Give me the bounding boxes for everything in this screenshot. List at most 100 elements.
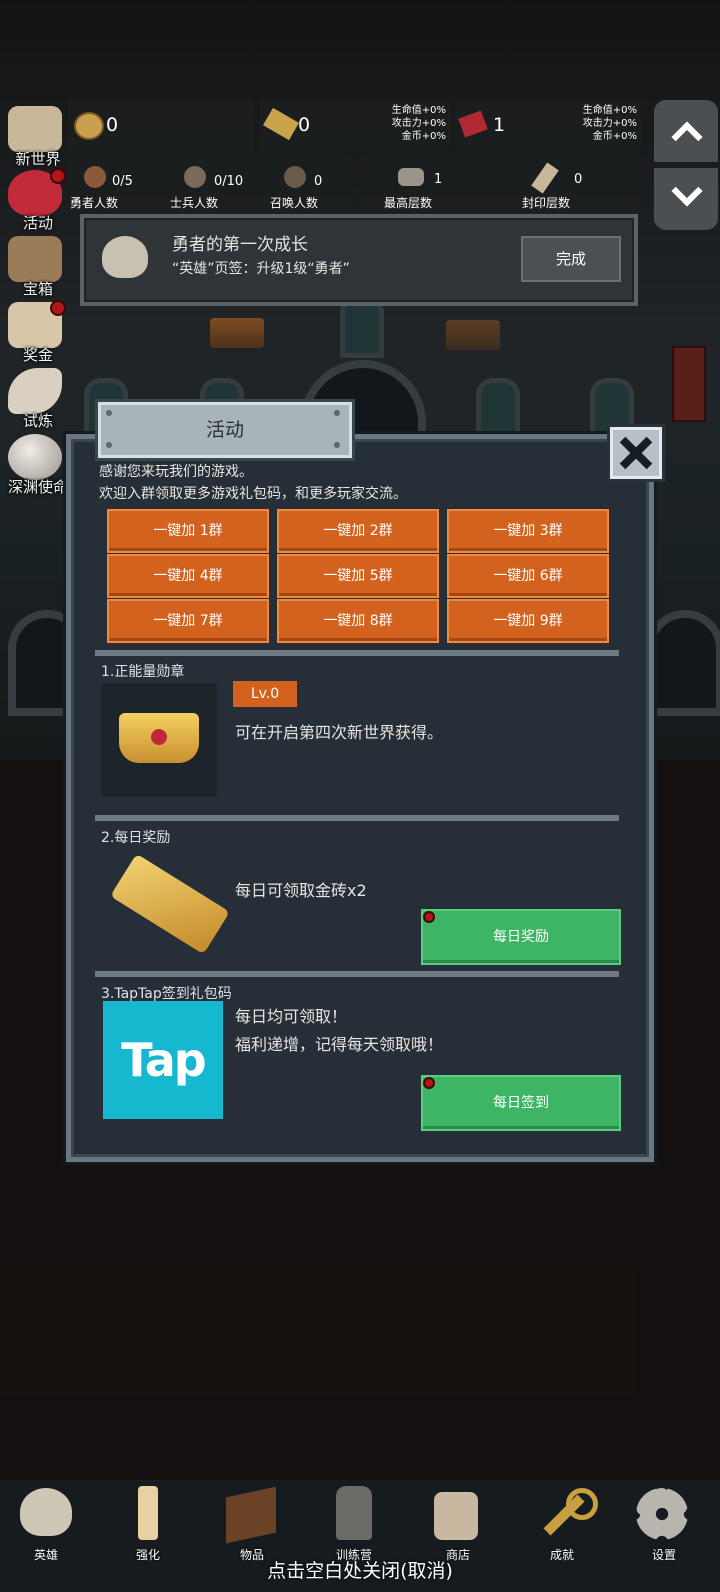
seal-floor-label: 封印层数 — [522, 196, 571, 210]
side-item-label: 宝箱 — [22, 280, 53, 298]
notification-dot — [423, 1077, 435, 1089]
daily-reward-description: 每日可领取金砖x2 — [235, 881, 367, 900]
hero-count: 0/5 — [112, 174, 133, 189]
soldier-count: 0/10 — [214, 174, 244, 189]
join-group-2-button[interactable]: 一键加 2群 — [277, 509, 439, 553]
section-1-title: 1.正能量勋章 — [101, 664, 185, 680]
gem-box: 1 生命值+0% 攻击力+0% 金币+0% — [455, 100, 641, 152]
gear-icon — [636, 1488, 688, 1540]
side-item-label: 奖金 — [22, 346, 53, 364]
side-item-abyss[interactable]: 深渊使命 — [4, 432, 68, 496]
side-item-label: 新世界 — [15, 150, 61, 168]
max-floor-value: 1 — [434, 172, 443, 187]
seal-floor-value: 0 — [574, 172, 583, 187]
notification-dot — [50, 300, 66, 316]
rivet — [106, 442, 112, 448]
tab-items[interactable]: 物品 — [212, 1486, 292, 1566]
stone-icon — [398, 168, 424, 186]
quest-panel: 勇者的第一次成长 “英雄”页签：升级1级“勇者” 完成 — [80, 214, 638, 306]
section-3-title: 3.TapTap签到礼包码 — [101, 986, 232, 1002]
rivet — [334, 442, 340, 448]
quest-complete-button[interactable]: 完成 — [521, 236, 621, 282]
notification-dot — [50, 168, 66, 184]
chevron-down-icon — [671, 175, 703, 207]
join-group-6-button[interactable]: 一键加 6群 — [447, 554, 609, 598]
skull-icon — [20, 1488, 72, 1536]
max-floor-label: 最高层数 — [384, 196, 433, 210]
join-group-7-button[interactable]: 一键加 7群 — [107, 599, 269, 643]
join-group-4-button[interactable]: 一键加 4群 — [107, 554, 269, 598]
side-item-chest[interactable]: 宝箱 — [4, 234, 68, 298]
mug-icon — [434, 1492, 478, 1540]
notification-dot — [423, 911, 435, 923]
join-group-8-button[interactable]: 一键加 8群 — [277, 599, 439, 643]
gold-bar-icon — [110, 853, 230, 955]
section-divider — [95, 815, 619, 821]
tab-achievements[interactable]: 成就 — [522, 1486, 602, 1566]
scroll-down-button[interactable] — [654, 168, 718, 230]
soldier-icon — [184, 166, 206, 188]
wing-icon — [8, 368, 62, 414]
book-icon — [226, 1486, 276, 1544]
tab-settings[interactable]: 设置 — [624, 1486, 704, 1566]
coin-icon — [74, 112, 104, 140]
tab-hero[interactable]: 英雄 — [6, 1486, 86, 1566]
gem-icon — [458, 110, 488, 138]
daily-checkin-button[interactable]: 每日签到 — [421, 1075, 621, 1131]
side-item-trial[interactable]: 试炼 — [4, 366, 68, 430]
summon-count-label: 召唤人数 — [270, 196, 319, 210]
hero-icon — [84, 166, 106, 188]
join-group-9-button[interactable]: 一键加 9群 — [447, 599, 609, 643]
intro-line-2: 欢迎入群领取更多游戏礼包码，和更多玩家交流。 — [99, 486, 407, 502]
gold-bar-box: 0 生命值+0% 攻击力+0% 金币+0% — [260, 100, 450, 152]
join-group-3-button[interactable]: 一键加 3群 — [447, 509, 609, 553]
tab-training[interactable]: 训练营 — [314, 1486, 394, 1566]
close-button[interactable] — [610, 427, 662, 479]
hero-count-label: 勇者人数 — [70, 196, 119, 210]
scroll-up-button[interactable] — [654, 100, 718, 162]
section-divider — [95, 971, 619, 977]
medal-level-badge: Lv.0 — [233, 681, 297, 707]
coin-box: 0 — [68, 100, 254, 152]
crown-gem-icon — [151, 729, 167, 745]
gem-value: 1 — [493, 114, 506, 136]
bonus-stats: 生命值+0% 攻击力+0% 金币+0% — [391, 105, 446, 142]
bonus-stats: 生命值+0% 攻击力+0% 金币+0% — [582, 105, 637, 142]
side-item-bonus[interactable]: 奖金 — [4, 300, 68, 364]
orb-icon — [8, 434, 62, 480]
taptap-logo: Tap — [103, 1001, 223, 1119]
activity-dialog: 感谢您来玩我们的游戏。 欢迎入群领取更多游戏礼包码，和更多玩家交流。 一键加 1… — [66, 434, 654, 1162]
soldier-count-label: 士兵人数 — [170, 196, 219, 210]
medal-frame — [101, 683, 217, 797]
candle-icon — [138, 1486, 158, 1540]
rivet — [106, 410, 112, 416]
taptap-line-1: 每日均可领取！ — [235, 1007, 348, 1026]
chest-icon — [8, 236, 62, 282]
key-bow — [566, 1488, 598, 1520]
dialog-title: 活动 — [98, 402, 352, 458]
rivet — [334, 410, 340, 416]
chevron-up-icon — [671, 121, 703, 153]
close-hint[interactable]: 点击空白处关闭(取消) — [0, 1556, 720, 1583]
section-divider — [95, 650, 619, 656]
intro-line-1: 感谢您来玩我们的游戏。 — [99, 464, 253, 480]
taptap-line-2: 福利递增，记得每天领取哦！ — [235, 1035, 444, 1054]
medal-description: 可在开启第四次新世界获得。 — [235, 723, 444, 742]
side-item-label: 试炼 — [22, 412, 53, 430]
join-group-5-button[interactable]: 一键加 5群 — [277, 554, 439, 598]
side-item-label: 深渊使命 — [7, 478, 68, 496]
side-item-activity[interactable]: 活动 — [4, 168, 68, 232]
quest-description: “英雄”页签：升级1级“勇者” — [172, 261, 350, 277]
summon-icon — [284, 166, 306, 188]
map-icon — [8, 106, 62, 152]
daily-reward-button[interactable]: 每日奖励 — [421, 909, 621, 965]
skull-icon — [102, 236, 148, 278]
section-2-title: 2.每日奖励 — [101, 830, 171, 846]
join-group-1-button[interactable]: 一键加 1群 — [107, 509, 269, 553]
tab-shop[interactable]: 商店 — [418, 1486, 498, 1566]
side-item-new-world[interactable]: 新世界 — [4, 104, 68, 168]
tab-enhance[interactable]: 强化 — [108, 1486, 188, 1566]
quest-title: 勇者的第一次成长 — [172, 235, 308, 255]
side-item-label: 活动 — [22, 214, 53, 232]
summon-count: 0 — [314, 174, 323, 189]
